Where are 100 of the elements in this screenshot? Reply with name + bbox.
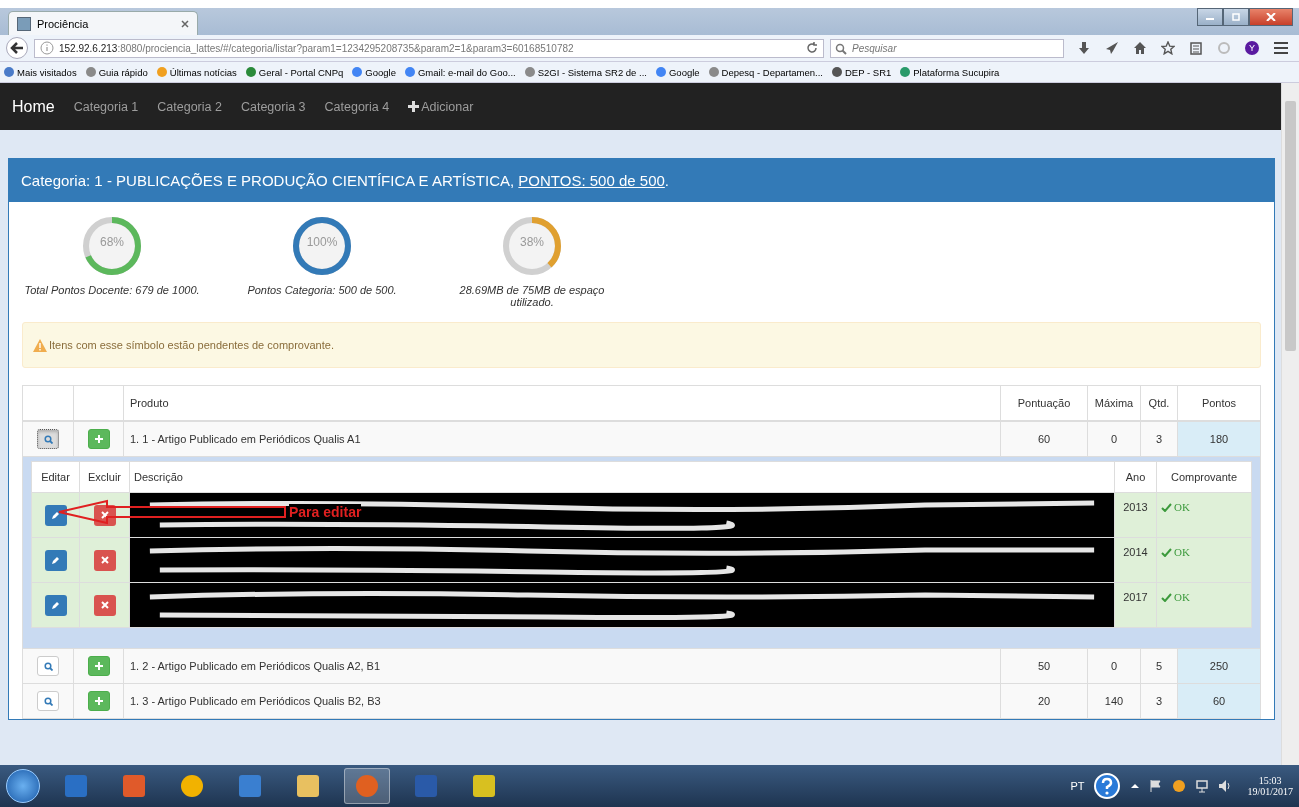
bookmark-link[interactable]: Depesq - Departamen... [708, 66, 823, 78]
table-cell: 20 [1037, 695, 1051, 707]
annotation-label: Para editar [289, 504, 362, 520]
profile-avatar[interactable]: Y [1245, 41, 1259, 55]
column-header: Editar [41, 471, 70, 483]
pencil-icon [51, 600, 60, 610]
check-icon [1161, 592, 1172, 602]
points-cell: 180 [1209, 433, 1229, 445]
star-icon[interactable] [1161, 41, 1175, 55]
column-header: Excluir [88, 471, 121, 483]
speaker-icon[interactable] [1218, 779, 1233, 793]
column-header: Comprovante [1170, 471, 1237, 483]
edit-button[interactable] [44, 594, 67, 616]
restore-button[interactable] [1223, 8, 1249, 26]
table-cell: 0 [1110, 660, 1118, 672]
edit-button[interactable] [44, 549, 67, 571]
network-icon[interactable] [1195, 779, 1210, 793]
plus-icon [408, 101, 420, 112]
bookmark-link[interactable]: Últimas notícias [156, 66, 237, 78]
add-button[interactable] [87, 429, 110, 449]
zoom-icon [43, 661, 53, 671]
add-link[interactable]: Adicionar [408, 99, 474, 114]
points-cell: 250 [1209, 660, 1229, 672]
info-icon [40, 41, 54, 55]
bookmark-link[interactable]: Google [352, 66, 396, 78]
points-link[interactable]: PONTOS: 500 de 500 [518, 172, 665, 189]
clipboard-icon[interactable] [1189, 41, 1203, 55]
clock-time[interactable]: 15:03 [1258, 775, 1282, 786]
pencil-icon [51, 555, 60, 565]
bookmark-link[interactable]: Gmail: e-mail do Goo... [405, 66, 516, 78]
table-cell: 0 [1110, 433, 1118, 445]
category-link[interactable]: Categoria 2 [157, 99, 222, 114]
back-button[interactable] [6, 37, 28, 59]
reload-icon[interactable] [806, 42, 818, 54]
bookmark-link[interactable]: DEP - SR1 [832, 66, 892, 78]
help-icon[interactable] [1093, 772, 1122, 800]
caret-up-icon[interactable] [1130, 781, 1141, 791]
close-icon [100, 511, 109, 519]
bookmark-link[interactable]: Mais visitados [4, 66, 77, 78]
bookmark-link[interactable]: S2GI - Sistema SR2 de ... [524, 66, 647, 78]
check-icon [1161, 547, 1172, 557]
product-name: 1. 3 - Artigo Publicado em Periódicos Qualis B2, B3 [130, 695, 381, 707]
flag-icon[interactable] [1149, 779, 1164, 793]
add-button[interactable] [87, 656, 110, 676]
delete-button[interactable] [93, 549, 116, 571]
table-cell: 3 [1155, 433, 1163, 445]
plus-icon [94, 662, 103, 670]
page-icon [17, 16, 31, 31]
percent-label: 100% [305, 235, 339, 249]
category-link[interactable]: Categoria 1 [73, 99, 139, 114]
gauge-caption: Pontos Categoria: 500 de 500. [247, 284, 397, 296]
year-cell: 2017 [1123, 591, 1148, 603]
column-header: Descrição [134, 471, 183, 483]
tab-title: Prociência [37, 17, 89, 30]
plus-icon [94, 435, 103, 443]
warning-icon [33, 338, 47, 352]
browser-tab[interactable]: Prociência [8, 11, 198, 35]
bookmark-link[interactable]: Guia rápido [85, 66, 148, 78]
column-header: Pontos [1201, 397, 1237, 409]
close-icon [100, 556, 109, 564]
clock-date[interactable]: 19/01/2017 [1247, 786, 1293, 797]
column-header: Ano [1125, 471, 1146, 483]
category-link[interactable]: Categoria 3 [240, 99, 306, 114]
minimize-button[interactable] [1197, 8, 1223, 26]
bookmark-link[interactable]: Plataforma Sucupira [900, 66, 1000, 78]
language-indicator[interactable]: PT [1070, 780, 1085, 792]
details-button[interactable] [37, 429, 59, 449]
home-link[interactable]: Home [12, 97, 55, 116]
column-header: Qtd. [1148, 397, 1170, 409]
start-button[interactable] [6, 769, 40, 803]
gauge-caption: 28.69MB de 75MB de espaço utilizado. [458, 284, 606, 308]
percent-label: 38% [519, 235, 545, 249]
year-cell: 2013 [1123, 501, 1148, 513]
status-ok: OK [1161, 546, 1190, 558]
column-header: Pontuação [1017, 397, 1071, 409]
table-cell: 140 [1104, 695, 1124, 707]
table-cell: 50 [1037, 660, 1051, 672]
address-field[interactable]: 152.92.6.213:8080/prociencia_lattes/#/categoria/listar?param1=1234295208735&param2=1&param3=60168510782 [34, 38, 824, 58]
menu-icon[interactable] [1273, 41, 1289, 55]
add-button[interactable] [87, 691, 110, 711]
download-icon[interactable] [1077, 41, 1091, 55]
delete-button[interactable] [93, 594, 116, 616]
product-name: 1. 1 - Artigo Publicado em Periódicos Qualis A1 [130, 433, 361, 445]
home-icon[interactable] [1133, 41, 1147, 55]
close-icon [1266, 13, 1276, 21]
table-cell: 5 [1155, 660, 1163, 672]
search-field[interactable]: Pesquisar [830, 38, 1064, 58]
circle-icon[interactable] [1172, 779, 1187, 793]
table-cell: 60 [1037, 433, 1051, 445]
scrollbar[interactable] [1281, 83, 1299, 765]
category-link[interactable]: Categoria 4 [324, 99, 390, 114]
pencil-icon [51, 510, 60, 520]
edit-button[interactable] [44, 504, 67, 526]
close-icon[interactable] [181, 19, 189, 28]
bookmark-link[interactable]: Google [655, 66, 700, 78]
bookmark-link[interactable]: Geral - Portal CNPq [245, 66, 344, 78]
close-button[interactable] [1249, 8, 1293, 26]
paper-plane-icon[interactable] [1105, 41, 1119, 55]
table-cell: 3 [1155, 695, 1163, 707]
url-text: 152.92.6.213:8080/prociencia_lattes/#/categoria/listar?param1=1234295208735&param2=1&param3=60168510782 [59, 42, 574, 54]
